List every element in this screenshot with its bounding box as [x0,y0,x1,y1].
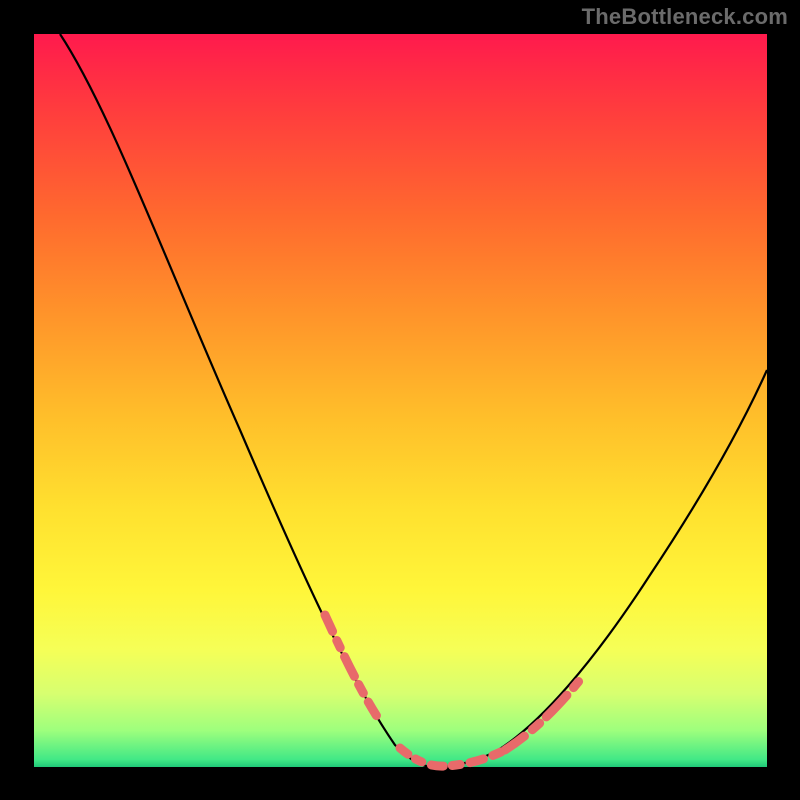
chart-frame: TheBottleneck.com [0,0,800,800]
watermark-label: TheBottleneck.com [582,4,788,30]
plot-area [34,34,767,767]
